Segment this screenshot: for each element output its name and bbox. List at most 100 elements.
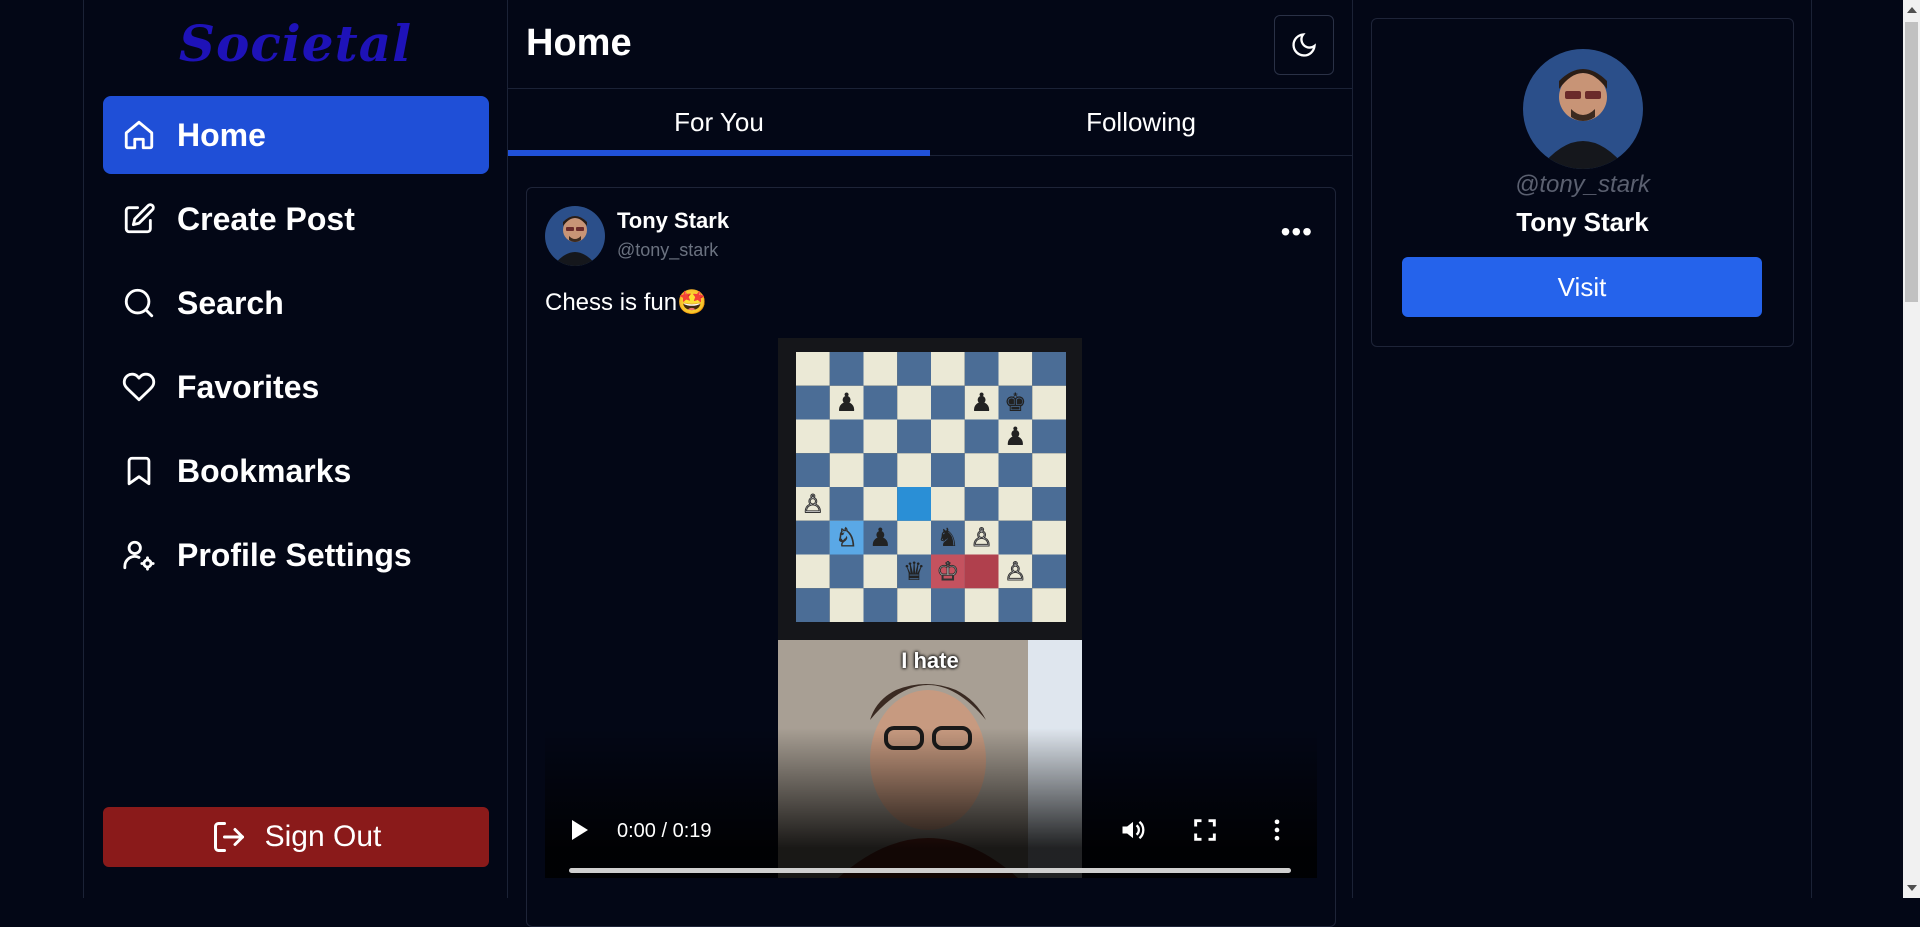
svg-text:♙: ♙ <box>802 489 825 518</box>
feed-tabs: For You Following <box>508 89 1352 156</box>
chess-square <box>796 385 830 420</box>
chess-square <box>964 352 999 386</box>
svg-text:♟: ♟ <box>970 388 993 417</box>
chess-square <box>829 554 864 589</box>
play-icon[interactable] <box>569 818 591 842</box>
sidebar-item-label: Home <box>177 116 266 153</box>
chess-square <box>863 554 898 589</box>
video-time: 0:00 / 0:19 <box>617 820 712 842</box>
visit-button[interactable]: Visit <box>1402 257 1762 317</box>
more-options-icon[interactable]: ••• <box>1281 216 1313 248</box>
sidebar-item-profile-settings[interactable]: Profile Settings <box>103 516 489 594</box>
tab-following[interactable]: Following <box>930 89 1352 156</box>
chess-square <box>931 385 965 420</box>
chess-square <box>998 453 1033 487</box>
chess-square <box>829 419 864 454</box>
sidebar-item-label: Favorites <box>177 368 320 405</box>
chess-square <box>931 419 965 454</box>
fullscreen-icon[interactable] <box>1191 816 1219 844</box>
profile-card: @tony_stark Tony Stark Visit <box>1371 18 1794 347</box>
main-feed: Home For You Following Tony Stark @tony_… <box>508 0 1353 927</box>
chess-square <box>998 588 1033 622</box>
video-menu-icon[interactable] <box>1263 816 1291 844</box>
post-video[interactable]: ♟ ♟ ♚ ♟ ♙ ♘ ♟ ♞ ♙ ♛ ♔ ♙ <box>545 338 1317 878</box>
chess-square <box>829 352 864 386</box>
chess-square <box>964 588 999 622</box>
svg-text:♟: ♟ <box>869 523 892 552</box>
heart-icon <box>121 369 157 405</box>
svg-text:♟: ♟ <box>1004 422 1027 451</box>
chess-square <box>796 588 830 622</box>
chess-square <box>863 588 898 622</box>
chess-square <box>863 385 898 420</box>
chess-square <box>1032 352 1066 386</box>
sidebar-item-home[interactable]: Home <box>103 96 489 174</box>
page-scrollbar[interactable] <box>1903 0 1920 898</box>
chess-square <box>796 520 830 555</box>
video-caption: I hate <box>901 648 959 673</box>
chess-square <box>931 588 965 622</box>
scroll-up-icon[interactable] <box>1907 7 1917 13</box>
profile-name: Tony Stark <box>1516 207 1649 237</box>
sidebar-item-bookmarks[interactable]: Bookmarks <box>103 432 489 510</box>
chess-square <box>796 352 830 386</box>
chess-square <box>964 419 999 454</box>
user-gear-icon <box>121 537 157 573</box>
svg-text:♛: ♛ <box>903 557 926 586</box>
chess-square <box>1032 520 1066 555</box>
svg-text:♚: ♚ <box>1004 388 1027 417</box>
chess-square <box>1032 453 1066 487</box>
chess-square <box>863 487 898 521</box>
svg-text:♙: ♙ <box>1004 557 1027 586</box>
chess-square <box>863 419 898 454</box>
chess-square <box>964 453 999 487</box>
sign-out-label: Sign Out <box>264 820 382 853</box>
video-controls: 0:00 / 0:19 <box>545 728 1317 878</box>
chess-square <box>897 419 931 454</box>
sidebar-item-favorites[interactable]: Favorites <box>103 348 489 426</box>
sidebar-item-create-post[interactable]: Create Post <box>103 180 489 258</box>
chess-square <box>998 352 1033 386</box>
sidebar-item-label: Search <box>177 284 284 321</box>
svg-text:♞: ♞ <box>937 523 960 552</box>
sidebar-item-search[interactable]: Search <box>103 264 489 342</box>
author-handle: @tony_stark <box>617 240 719 260</box>
chess-square <box>897 385 931 420</box>
chess-square <box>829 453 864 487</box>
profile-avatar[interactable] <box>1523 49 1643 169</box>
post-card: Tony Stark @tony_stark ••• Chess is fun🤩… <box>526 187 1336 927</box>
theme-toggle-button[interactable] <box>1274 15 1334 75</box>
sign-out-button[interactable]: Sign Out <box>103 807 489 867</box>
sidebar-item-label: Profile Settings <box>177 536 412 573</box>
chess-square <box>897 453 931 487</box>
tab-for-you[interactable]: For You <box>508 89 930 156</box>
logout-icon <box>213 822 244 852</box>
chess-square <box>1032 385 1066 420</box>
chess-square <box>998 487 1033 521</box>
right-panel: @tony_stark Tony Stark Visit <box>1353 0 1812 898</box>
author-name[interactable]: Tony Stark <box>617 208 729 234</box>
page-title: Home <box>526 22 632 64</box>
scroll-down-icon[interactable] <box>1907 885 1917 891</box>
volume-icon[interactable] <box>1119 816 1147 844</box>
chess-square <box>931 487 965 521</box>
home-icon <box>121 117 157 153</box>
app-logo[interactable]: Societal <box>84 14 507 73</box>
chess-square <box>998 520 1033 555</box>
video-progress-bar[interactable] <box>569 868 1291 873</box>
chess-square <box>1032 554 1066 589</box>
svg-text:♟: ♟ <box>835 388 858 417</box>
chess-square <box>829 588 864 622</box>
svg-text:♔: ♔ <box>937 557 960 586</box>
chess-square <box>931 352 965 386</box>
chess-square <box>796 554 830 589</box>
chess-square <box>863 352 898 386</box>
chess-square <box>796 419 830 454</box>
chess-square <box>897 588 931 622</box>
post-text: Chess is fun🤩 <box>545 289 707 316</box>
author-avatar[interactable] <box>545 206 605 266</box>
scroll-thumb[interactable] <box>1905 22 1918 302</box>
bookmark-icon <box>121 453 157 489</box>
chess-square <box>796 453 830 487</box>
sidebar-item-label: Create Post <box>177 200 355 237</box>
